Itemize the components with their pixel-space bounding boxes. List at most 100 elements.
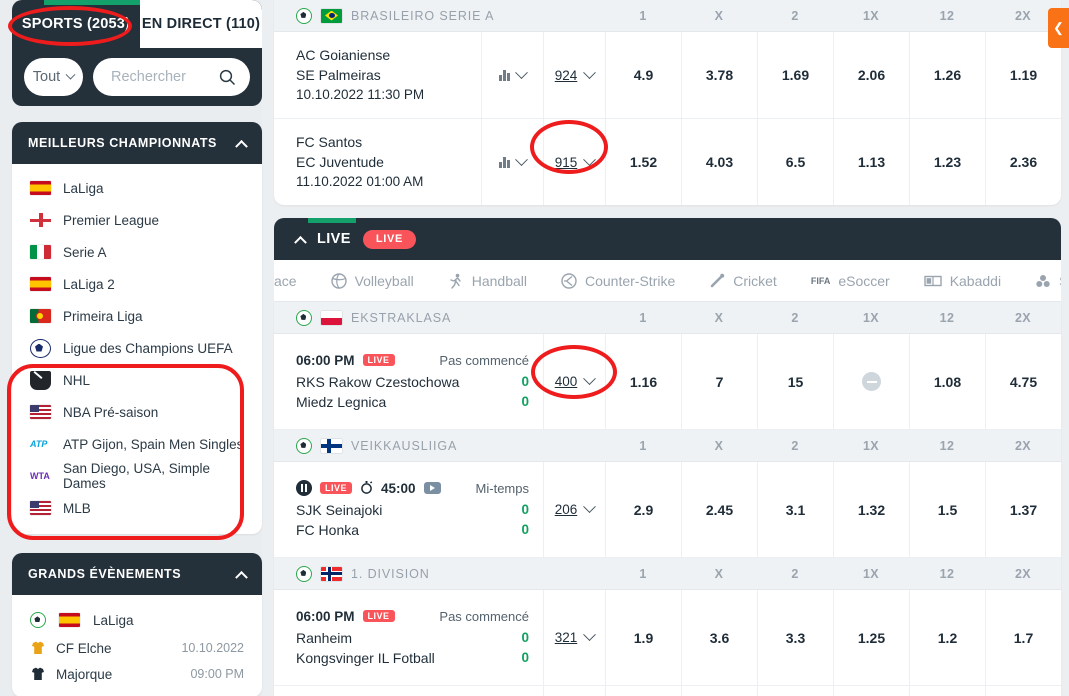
odd-cell-1[interactable]: 1.52	[605, 119, 681, 205]
sidebar-item-nba-pre-saison[interactable]: NBA Pré-saison	[12, 396, 262, 428]
tab-esoccer[interactable]: FIFA eSoccer	[794, 273, 907, 289]
tab-en-direct[interactable]: EN DIRECT (110)	[140, 0, 262, 48]
odds-column-headers: 1 X 2 1X 12 2X	[605, 311, 1061, 325]
live-section-header[interactable]: LIVE LIVE	[274, 218, 1061, 260]
league-header[interactable]: EKSTRAKLASA 1 X 2 1X 12 2X	[274, 302, 1061, 334]
event-league-row[interactable]: LaLiga	[12, 605, 262, 635]
odd-cell-1[interactable]: 2.9	[605, 462, 681, 557]
tab-volleyball[interactable]: Volleyball	[314, 273, 431, 289]
odd-cell-x[interactable]: 3.78	[681, 32, 757, 118]
odd-cell-2x[interactable]: 4.75	[985, 334, 1061, 429]
sidebar-item-laliga[interactable]: LaLiga	[12, 172, 262, 204]
sidebar-item-atp-gijon[interactable]: ATP ATP Gijon, Spain Men Singles	[12, 428, 262, 460]
league-header[interactable]: VEIKKAUSLIIGA 1 X 2 1X 12 2X	[274, 430, 1061, 462]
odd-cell-2[interactable]: 15	[757, 334, 833, 429]
chevron-down-icon[interactable]	[514, 152, 528, 166]
chevron-down-icon[interactable]	[583, 152, 597, 166]
odd-cell-12[interactable]: 1.5	[909, 462, 985, 557]
list-item[interactable]: CF Elche 10.10.2022	[12, 635, 262, 661]
live-badge: LIVE	[362, 229, 417, 249]
match-markets-count[interactable]: 924	[543, 32, 605, 118]
search-icon[interactable]	[219, 69, 236, 86]
filter-dropdown-tout[interactable]: Tout	[24, 58, 83, 96]
odd-cell-1[interactable]: 1.16	[605, 334, 681, 429]
search-input[interactable]	[109, 68, 219, 86]
odd-cell-2[interactable]: 1.69	[757, 32, 833, 118]
odd-cell-2[interactable]: 3.3	[757, 590, 833, 685]
sidebar-item-primeira-liga[interactable]: Primeira Liga	[12, 300, 262, 332]
odd-cell-2x[interactable]: 1.37	[985, 462, 1061, 557]
odd-cell-1x[interactable]: 1.25	[833, 590, 909, 685]
league-header[interactable]: BRASILEIRO SERIE A 1 X 2 1X 12 2X	[274, 0, 1061, 32]
odd-cell-1x[interactable]: 2.06	[833, 32, 909, 118]
odd-cell-x[interactable]: 2.45	[681, 462, 757, 557]
match-time: 06:00 PM	[296, 352, 355, 368]
odd-cell-2x[interactable]: 2.36	[985, 119, 1061, 205]
sidebar-item-ligue-des-champions-uefa[interactable]: Ligue des Champions UEFA	[12, 332, 262, 364]
sidebar-item-laliga-2[interactable]: LaLiga 2	[12, 268, 262, 300]
tab-sports[interactable]: SPORTS (2053)	[12, 0, 140, 48]
sidebar-item-san-diego-wta[interactable]: WTA San Diego, USA, Simple Dames	[12, 460, 262, 492]
odd-cell-2[interactable]: 6.5	[757, 119, 833, 205]
odd-cell-1x[interactable]: 1.13	[833, 119, 909, 205]
match-tools[interactable]	[481, 119, 543, 205]
chevron-up-icon[interactable]	[235, 570, 248, 584]
chevron-down-icon[interactable]	[583, 628, 597, 642]
odd-cell-2x[interactable]: 1.7	[985, 590, 1061, 685]
chevron-down-icon[interactable]	[583, 500, 597, 514]
table-row[interactable]: 06:00 PM LIVE Pas commencé RKS Rakow Cze…	[274, 334, 1061, 430]
sidebar-item-mlb[interactable]: MLB	[12, 492, 262, 524]
match-markets-count[interactable]: 400	[543, 334, 605, 429]
markets-count-value[interactable]: 206	[555, 502, 578, 517]
chevron-up-icon[interactable]	[235, 139, 248, 153]
chevron-down-icon[interactable]	[583, 372, 597, 386]
odd-cell-2[interactable]: 3.1	[757, 462, 833, 557]
odd-cell-12[interactable]: 1.08	[909, 334, 985, 429]
match-markets-count[interactable]: 915	[543, 119, 605, 205]
odd-cell-12[interactable]: 1.26	[909, 32, 985, 118]
panel-header[interactable]: GRANDS ÉVÈNEMENTS	[12, 553, 262, 595]
match-tools[interactable]	[481, 32, 543, 118]
table-row[interactable]: 06:00 PM LIVE Pas commencé Ranheim 0 Kon…	[274, 590, 1061, 686]
betslip-collapse-button[interactable]: ❮	[1048, 8, 1069, 48]
odd-cell-x[interactable]: 4.03	[681, 119, 757, 205]
markets-count-value[interactable]: 915	[555, 155, 578, 170]
panel-header[interactable]: MEILLEURS CHAMPIONNATS	[12, 122, 262, 164]
video-icon[interactable]	[423, 482, 441, 494]
sidebar-item-serie-a[interactable]: Serie A	[12, 236, 262, 268]
tab-snooker[interactable]: Snooker	[1018, 273, 1061, 289]
chevron-up-icon[interactable]	[294, 235, 307, 249]
odd-cell-x[interactable]: 7	[681, 334, 757, 429]
chevron-down-icon[interactable]	[514, 65, 528, 79]
odd-cell-12[interactable]: 1.23	[909, 119, 985, 205]
tab-counter-strike[interactable]: Counter-Strike	[544, 273, 692, 289]
odd-cell-x[interactable]: 3.6	[681, 590, 757, 685]
tab-cricket[interactable]: Cricket	[692, 273, 794, 289]
sidebar-item-nhl[interactable]: NHL	[12, 364, 262, 396]
odd-cell-12[interactable]: 1.2	[909, 590, 985, 685]
table-row[interactable]: AC Goianiense SE Palmeiras 10.10.2022 11…	[274, 32, 1061, 119]
chevron-down-icon[interactable]	[583, 65, 597, 79]
match-markets-count[interactable]: 206	[543, 462, 605, 557]
bar-chart-icon[interactable]	[499, 156, 510, 168]
tab-partial[interactable]: ace	[274, 273, 314, 289]
table-row[interactable]	[274, 686, 1061, 696]
match-markets-count[interactable]: 321	[543, 590, 605, 685]
odd-cell-1x[interactable]: 1.32	[833, 462, 909, 557]
markets-count-value[interactable]: 321	[555, 630, 578, 645]
table-row[interactable]: LIVE 45:00 Mi-temps SJK Seinajoki 0 FC H…	[274, 462, 1061, 558]
search-box[interactable]	[93, 58, 250, 96]
sidebar-item-premier-league[interactable]: Premier League	[12, 204, 262, 236]
live-sport-tabs[interactable]: ace Volleyball Handball Counter-Strike C…	[274, 260, 1061, 302]
odd-cell-1[interactable]: 4.9	[605, 32, 681, 118]
bar-chart-icon[interactable]	[499, 69, 510, 81]
tab-handball[interactable]: Handball	[431, 273, 544, 289]
tab-kabaddi[interactable]: Kabaddi	[907, 273, 1018, 289]
markets-count-value[interactable]: 924	[555, 68, 578, 83]
markets-count-value[interactable]: 400	[555, 374, 578, 389]
list-item[interactable]: Majorque 09:00 PM	[12, 661, 262, 687]
pause-icon[interactable]	[296, 480, 312, 496]
league-header[interactable]: 1. DIVISION 1 X 2 1X 12 2X	[274, 558, 1061, 590]
table-row[interactable]: FC Santos EC Juventude 11.10.2022 01:00 …	[274, 119, 1061, 205]
odd-cell-1[interactable]: 1.9	[605, 590, 681, 685]
